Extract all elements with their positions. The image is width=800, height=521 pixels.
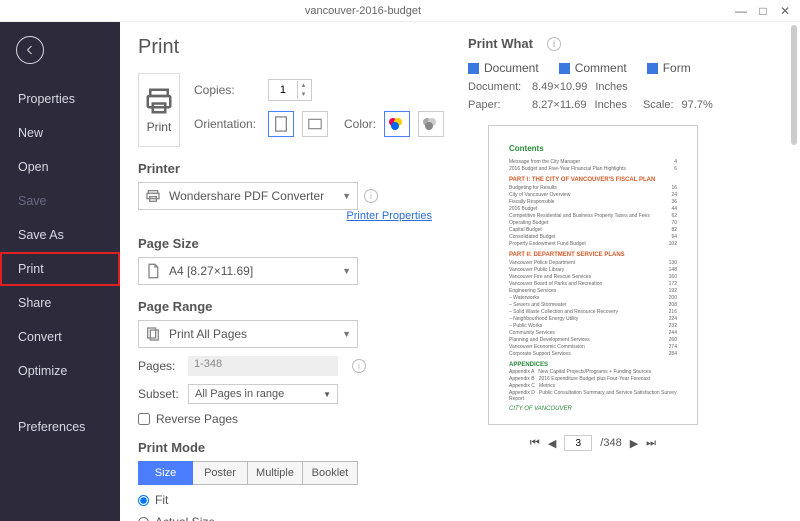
copies-up[interactable]: ▴ — [297, 81, 309, 90]
sidebar-item-open[interactable]: Open — [0, 150, 120, 184]
print-button[interactable]: Print — [138, 73, 180, 147]
chevron-down-icon: ▼ — [323, 390, 331, 399]
copies-stepper[interactable]: ▴▾ — [268, 79, 312, 101]
comment-label: Comment — [575, 61, 627, 75]
back-button[interactable] — [16, 36, 44, 64]
sidebar-item-new[interactable]: New — [0, 116, 120, 150]
close-icon[interactable]: ✕ — [778, 4, 792, 18]
pagerange-dropdown[interactable]: Print All Pages ▼ — [138, 320, 358, 348]
pager-prev-icon[interactable]: ◀ — [548, 437, 556, 450]
info-icon[interactable]: i — [352, 359, 366, 373]
doc-label: Document — [484, 61, 539, 75]
pagesize-value: A4 [8.27×11.69] — [169, 264, 253, 278]
color-label: Color: — [344, 117, 376, 131]
minimize-icon[interactable]: — — [734, 4, 748, 18]
pages-icon — [145, 326, 161, 342]
printer-value: Wondershare PDF Converter — [169, 189, 324, 203]
sidebar-item-print[interactable]: Print — [0, 252, 120, 286]
copies-label: Copies: — [194, 83, 260, 97]
subset-value: All Pages in range — [195, 388, 284, 400]
reverse-pages-label: Reverse Pages — [156, 412, 238, 426]
printer-dropdown[interactable]: Wondershare PDF Converter ▼ — [138, 182, 358, 210]
info-icon[interactable]: i — [547, 37, 561, 51]
sidebar-item-convert[interactable]: Convert — [0, 320, 120, 354]
docdim-value: 8.49×10.99 — [532, 81, 587, 93]
sidebar-item-saveas[interactable]: Save As — [0, 218, 120, 252]
tab-poster[interactable]: Poster — [193, 461, 248, 485]
orientation-label: Orientation: — [194, 117, 260, 131]
fit-label: Fit — [155, 493, 168, 507]
printer-small-icon — [145, 188, 161, 204]
page-preview: Contents Message from the City Manager4 … — [488, 125, 698, 425]
form-label: Form — [663, 61, 691, 75]
scale-label: Scale: — [643, 99, 674, 111]
sidebar-item-properties[interactable]: Properties — [0, 82, 120, 116]
docdim-label: Document: — [468, 81, 524, 93]
form-checkbox[interactable] — [647, 63, 658, 74]
pager-current-input[interactable] — [564, 435, 592, 451]
tab-size[interactable]: Size — [138, 461, 193, 485]
copies-down[interactable]: ▾ — [297, 90, 309, 99]
printmode-section: Print Mode — [138, 440, 444, 455]
subset-label: Subset: — [138, 387, 180, 401]
pager-next-icon[interactable]: ▶ — [630, 437, 638, 450]
chevron-down-icon: ▼ — [342, 266, 351, 276]
window-title: vancouver-2016-budget — [0, 5, 726, 17]
fit-radio[interactable] — [138, 495, 149, 506]
subset-dropdown[interactable]: All Pages in range ▼ — [188, 384, 338, 404]
chevron-down-icon: ▼ — [342, 329, 351, 339]
actual-label: Actual Size — [155, 515, 215, 521]
paper-value: 8.27×11.69 — [532, 99, 587, 111]
printer-section: Printer — [138, 161, 444, 176]
inches-label: Inches — [595, 99, 627, 111]
sidebar: Properties New Open Save Save As Print S… — [0, 22, 120, 521]
copies-input[interactable] — [269, 84, 297, 96]
printer-properties-link[interactable]: Printer Properties — [346, 210, 444, 222]
orientation-portrait[interactable] — [268, 111, 294, 137]
pager-first-icon[interactable]: ⏮ — [530, 437, 540, 450]
color-color[interactable] — [384, 111, 410, 137]
scale-value: 97.7% — [682, 99, 713, 111]
print-button-label: Print — [147, 120, 172, 134]
pages-input[interactable]: 1-348 — [188, 356, 338, 376]
pagerange-section: Page Range — [138, 299, 444, 314]
printer-icon — [144, 86, 174, 116]
scrollbar[interactable] — [790, 24, 798, 518]
doc-checkbox[interactable] — [468, 63, 479, 74]
maximize-icon[interactable]: □ — [756, 4, 770, 18]
pagesize-section: Page Size — [138, 236, 444, 251]
sidebar-item-share[interactable]: Share — [0, 286, 120, 320]
printwhat-heading: Print What — [468, 36, 533, 51]
inches-label: Inches — [595, 81, 627, 93]
comment-checkbox[interactable] — [559, 63, 570, 74]
actual-radio[interactable] — [138, 517, 149, 521]
reverse-pages-checkbox[interactable] — [138, 413, 150, 425]
pages-label: Pages: — [138, 359, 180, 373]
pager-total: /348 — [600, 437, 621, 449]
sidebar-item-preferences[interactable]: Preferences — [0, 410, 120, 444]
info-icon[interactable]: i — [364, 189, 378, 203]
pagerange-value: Print All Pages — [169, 327, 247, 341]
page-icon — [145, 263, 161, 279]
scrollbar-thumb[interactable] — [791, 25, 797, 145]
paper-label: Paper: — [468, 99, 524, 111]
orientation-landscape[interactable] — [302, 111, 328, 137]
tab-multiple[interactable]: Multiple — [248, 461, 303, 485]
color-gray[interactable] — [418, 111, 444, 137]
chevron-down-icon: ▼ — [342, 191, 351, 201]
sidebar-item-save: Save — [0, 184, 120, 218]
sidebar-item-optimize[interactable]: Optimize — [0, 354, 120, 388]
pager-last-icon[interactable]: ⏭ — [646, 437, 656, 450]
tab-booklet[interactable]: Booklet — [303, 461, 358, 485]
pagesize-dropdown[interactable]: A4 [8.27×11.69] ▼ — [138, 257, 358, 285]
page-title: Print — [138, 36, 444, 59]
